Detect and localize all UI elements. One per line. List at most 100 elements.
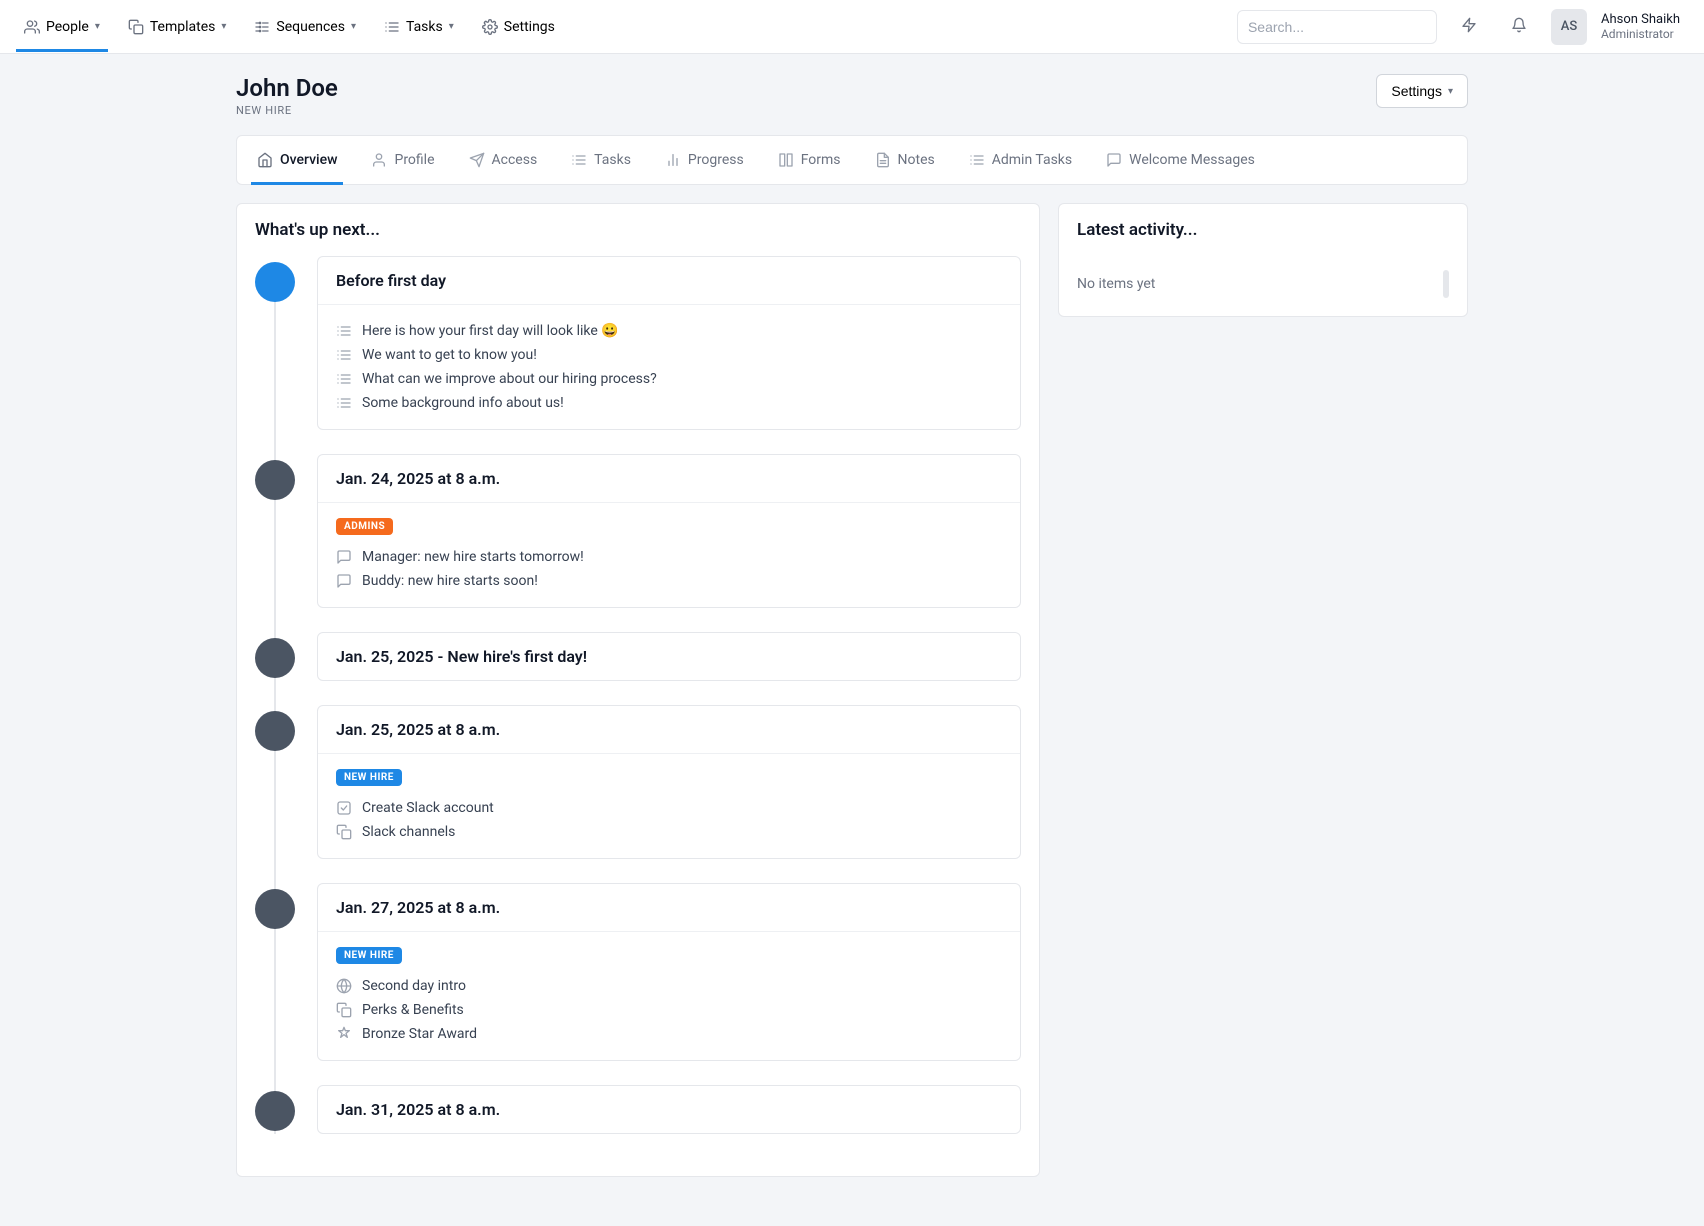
timeline-item[interactable]: Slack channels bbox=[336, 820, 1002, 844]
columns: What's up next... Before first dayHere i… bbox=[236, 203, 1468, 1177]
tab-notes[interactable]: Notes bbox=[869, 136, 941, 184]
timeline-item-text: Bronze Star Award bbox=[362, 1026, 477, 1042]
timeline-item-text: Create Slack account bbox=[362, 800, 494, 816]
tag-newhire: NEW HIRE bbox=[336, 769, 402, 786]
tabs-card: Overview Profile Access Tasks Progress Forms N… bbox=[236, 135, 1468, 185]
timeline-item-text: What can we improve about our hiring pro… bbox=[362, 371, 657, 387]
timeline-item[interactable]: Buddy: new hire starts soon! bbox=[336, 569, 1002, 593]
timeline-item[interactable]: What can we improve about our hiring pro… bbox=[336, 367, 1002, 391]
timeline-heading: Jan. 25, 2025 - New hire's first day! bbox=[318, 633, 1020, 680]
nav-item-people[interactable]: People▾ bbox=[24, 3, 100, 51]
tab-label: Tasks bbox=[594, 152, 631, 168]
user-block: Ahson Shaikh Administrator bbox=[1601, 12, 1680, 41]
timeline-heading: Jan. 24, 2025 at 8 a.m. bbox=[318, 455, 1020, 502]
list-icon bbox=[384, 19, 400, 35]
tag-newhire: NEW HIRE bbox=[336, 947, 402, 964]
timeline-item[interactable]: We want to get to know you! bbox=[336, 343, 1002, 367]
chevron-down-icon: ▾ bbox=[221, 21, 226, 32]
notifications-button[interactable] bbox=[1501, 9, 1537, 45]
user-name: Ahson Shaikh bbox=[1601, 12, 1680, 27]
nav-item-label: Settings bbox=[504, 19, 555, 35]
up-next-title: What's up next... bbox=[237, 204, 1039, 256]
timeline-dot bbox=[255, 1091, 295, 1131]
list-icon bbox=[336, 323, 352, 339]
nav-item-settings[interactable]: Settings bbox=[482, 3, 555, 51]
list-icon bbox=[571, 152, 587, 168]
tab-welcome-messages[interactable]: Welcome Messages bbox=[1100, 136, 1261, 184]
list-icon bbox=[336, 395, 352, 411]
timeline-item-text: Here is how your first day will look lik… bbox=[362, 323, 619, 339]
timeline-heading: Jan. 31, 2025 at 8 a.m. bbox=[318, 1086, 1020, 1133]
timeline-row: Jan. 25, 2025 at 8 a.m. NEW HIRE Create Sl… bbox=[255, 705, 1021, 859]
timeline-body: ADMINSManager: new hire starts tomorrow!… bbox=[318, 502, 1020, 607]
users-icon bbox=[24, 19, 40, 35]
copy-icon bbox=[128, 19, 144, 35]
scrollbar-handle[interactable] bbox=[1443, 270, 1449, 298]
copy-icon bbox=[336, 1002, 352, 1018]
tabs: Overview Profile Access Tasks Progress Forms N… bbox=[251, 136, 1453, 184]
timeline-card: Jan. 31, 2025 at 8 a.m. bbox=[317, 1085, 1021, 1134]
timeline-dot bbox=[255, 638, 295, 678]
topbar-right: AS Ahson Shaikh Administrator bbox=[1237, 9, 1680, 45]
tab-label: Overview bbox=[280, 152, 337, 168]
message-icon bbox=[336, 549, 352, 565]
timeline-item[interactable]: Bronze Star Award bbox=[336, 1022, 1002, 1046]
nav-item-templates[interactable]: Templates▾ bbox=[128, 3, 227, 51]
chart-icon bbox=[665, 152, 681, 168]
timeline-dot bbox=[255, 711, 295, 751]
home-icon bbox=[257, 152, 273, 168]
tab-profile[interactable]: Profile bbox=[365, 136, 440, 184]
tab-tasks[interactable]: Tasks bbox=[565, 136, 637, 184]
tab-access[interactable]: Access bbox=[463, 136, 544, 184]
seq-icon bbox=[254, 19, 270, 35]
timeline-body: NEW HIRE Second day introPerks & Benefits… bbox=[318, 931, 1020, 1060]
tab-label: Welcome Messages bbox=[1129, 152, 1255, 168]
page-settings-button[interactable]: Settings ▾ bbox=[1376, 74, 1468, 108]
tab-overview[interactable]: Overview bbox=[251, 136, 343, 184]
timeline-item[interactable]: Second day intro bbox=[336, 974, 1002, 998]
tab-label: Profile bbox=[394, 152, 434, 168]
check-icon bbox=[336, 800, 352, 816]
tab-label: Admin Tasks bbox=[992, 152, 1072, 168]
nav-item-tasks[interactable]: Tasks▾ bbox=[384, 3, 454, 51]
note-icon bbox=[875, 152, 891, 168]
timeline-body: Here is how your first day will look lik… bbox=[318, 304, 1020, 429]
tab-admin-tasks[interactable]: Admin Tasks bbox=[963, 136, 1078, 184]
nav-item-label: Tasks bbox=[406, 19, 443, 35]
tab-label: Access bbox=[492, 152, 538, 168]
timeline-body: NEW HIRE Create Slack account Slack channe… bbox=[318, 753, 1020, 858]
timeline-item-text: Slack channels bbox=[362, 824, 455, 840]
timeline-item[interactable]: Perks & Benefits bbox=[336, 998, 1002, 1022]
timeline-heading: Jan. 25, 2025 at 8 a.m. bbox=[318, 706, 1020, 753]
tab-progress[interactable]: Progress bbox=[659, 136, 750, 184]
timeline-dot bbox=[255, 460, 295, 500]
adminlist-icon bbox=[969, 152, 985, 168]
timeline-item[interactable]: Some background info about us! bbox=[336, 391, 1002, 415]
search-input[interactable] bbox=[1237, 10, 1437, 44]
page-header: John Doe NEW HIRE Settings ▾ bbox=[236, 74, 1468, 117]
timeline: Before first dayHere is how your first d… bbox=[255, 256, 1021, 1134]
activity-card: Latest activity... No items yet bbox=[1058, 203, 1468, 317]
timeline-row: Before first dayHere is how your first d… bbox=[255, 256, 1021, 430]
list-icon bbox=[336, 347, 352, 363]
tab-label: Notes bbox=[898, 152, 935, 168]
timeline-item[interactable]: Manager: new hire starts tomorrow! bbox=[336, 545, 1002, 569]
chevron-down-icon: ▾ bbox=[95, 21, 100, 32]
avatar[interactable]: AS bbox=[1551, 9, 1587, 45]
chevron-down-icon: ▾ bbox=[351, 21, 356, 32]
nav-item-sequences[interactable]: Sequences ▾ bbox=[254, 3, 356, 51]
timeline-card: Jan. 27, 2025 at 8 a.m.NEW HIRESecond da… bbox=[317, 883, 1021, 1061]
quick-action-button[interactable] bbox=[1451, 9, 1487, 45]
badge-icon bbox=[336, 1026, 352, 1042]
form-icon bbox=[778, 152, 794, 168]
topbar: People▾Templates▾Sequences▾Tasks▾Setting… bbox=[0, 0, 1704, 54]
message-icon bbox=[336, 573, 352, 589]
timeline-card: Before first dayHere is how your first d… bbox=[317, 256, 1021, 430]
timeline-card: Jan. 24, 2025 at 8 a.m.ADMINSManager: ne… bbox=[317, 454, 1021, 608]
chevron-down-icon: ▾ bbox=[1448, 86, 1453, 97]
tab-forms[interactable]: Forms bbox=[772, 136, 847, 184]
timeline-item[interactable]: Here is how your first day will look lik… bbox=[336, 319, 1002, 343]
timeline-item[interactable]: Create Slack account bbox=[336, 796, 1002, 820]
timeline-item-text: We want to get to know you! bbox=[362, 347, 537, 363]
nav-item-label: Sequences bbox=[276, 19, 345, 35]
